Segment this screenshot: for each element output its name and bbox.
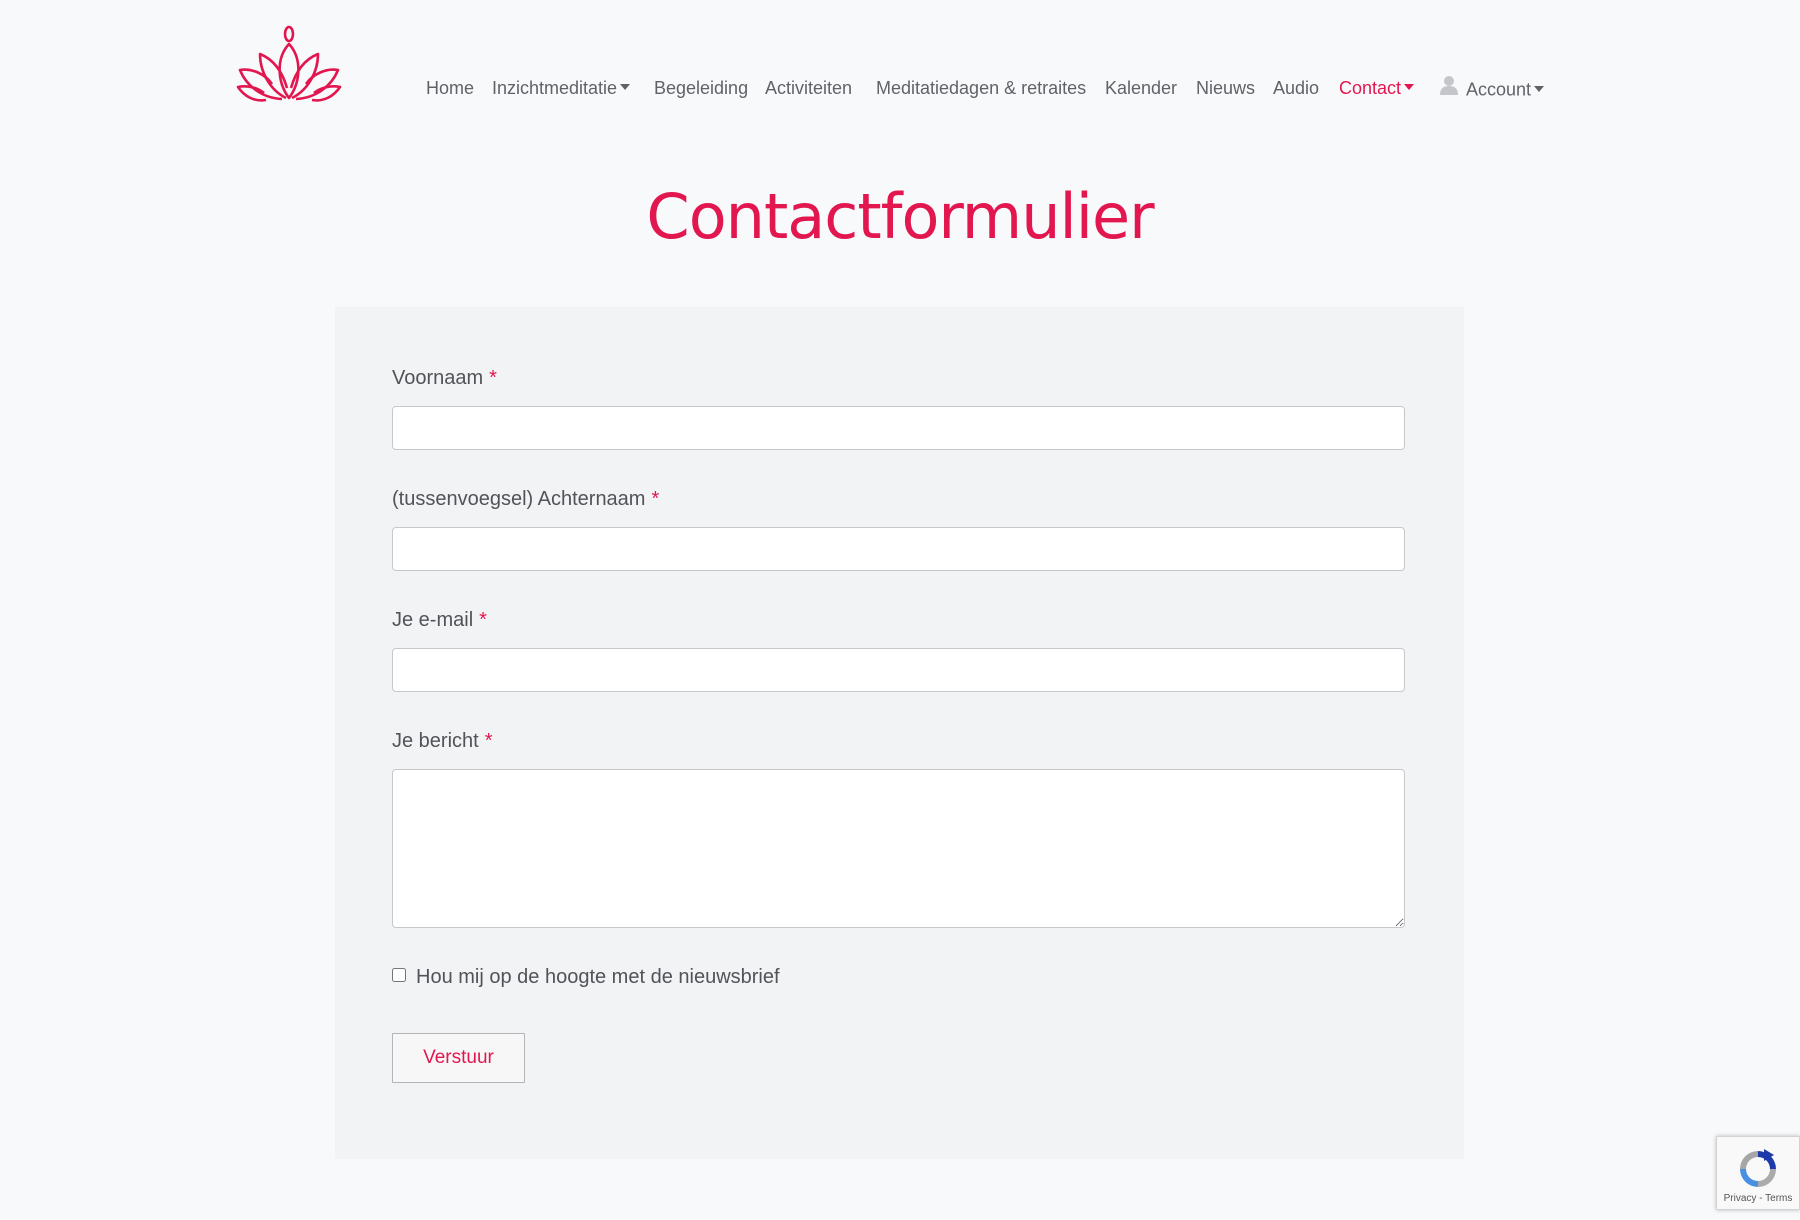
recaptcha-icon (1740, 1149, 1776, 1187)
nav-label: Contact (1339, 78, 1402, 98)
nav-label: Begeleiding (654, 78, 749, 98)
nav-label: Home (426, 78, 475, 98)
page-title: Contactformulier (646, 180, 1154, 253)
nav-item-activiteiten[interactable]: Activiteiten (765, 78, 852, 99)
main-nav: Home Inzichtmeditatie Begeleiding Activi… (0, 75, 1800, 106)
required-marker: * (484, 730, 493, 752)
email-input[interactable] (392, 648, 1405, 692)
nav-item-meditatiedagen-retraites[interactable]: Meditatiedagen & retraites (876, 78, 1086, 99)
required-marker: * (479, 609, 487, 631)
submit-button[interactable]: Verstuur (392, 1033, 525, 1083)
caret-down-icon (1404, 84, 1415, 91)
nav-label: Activiteiten (765, 78, 853, 98)
field-label-email: Je e-mail * (392, 609, 487, 632)
field-label-achternaam: (tussenvoegsel) Achternaam * (392, 488, 659, 511)
newsletter-checkbox[interactable] (392, 968, 406, 982)
label-text: Je e-mail (392, 609, 474, 631)
recaptcha-terms-link[interactable]: Terms (1765, 1193, 1792, 1204)
nav-label: Nieuws (1196, 78, 1256, 98)
label-text: Voornaam (392, 367, 484, 389)
nav-item-contact[interactable]: Contact (1339, 78, 1415, 99)
nav-label: Inzichtmeditatie (492, 78, 618, 98)
message-textarea[interactable] (392, 769, 1405, 928)
contact-form: Voornaam * (tussenvoegsel) Achternaam * Je… (335, 307, 1464, 1159)
recaptcha-separator: - (1756, 1193, 1766, 1204)
nav-item-nieuws[interactable]: Nieuws (1196, 78, 1255, 99)
nav-item-home[interactable]: Home (426, 78, 474, 99)
field-label-voornaam: Voornaam * (392, 367, 497, 390)
nav-item-inzichtmeditatie[interactable]: Inzichtmeditatie (492, 78, 631, 99)
nav-item-kalender[interactable]: Kalender (1105, 78, 1177, 99)
recaptcha-badge[interactable]: Privacy - Terms (1716, 1136, 1800, 1210)
user-icon (1440, 75, 1458, 100)
recaptcha-links: Privacy - Terms (1717, 1193, 1799, 1204)
nav-item-begeleiding[interactable]: Begeleiding (654, 78, 748, 99)
required-marker: * (489, 367, 497, 389)
field-label-bericht: Je bericht * (392, 730, 493, 753)
nav-label: Kalender (1105, 78, 1178, 98)
caret-down-icon (620, 84, 631, 91)
caret-down-icon (1534, 85, 1545, 92)
voornaam-input[interactable] (392, 406, 1405, 450)
nav-label: Meditatiedagen & retraites (876, 78, 1087, 98)
required-marker: * (651, 488, 660, 510)
nav-item-account[interactable]: Account (1440, 75, 1545, 103)
label-text: Je bericht (392, 730, 479, 752)
label-text: (tussenvoegsel) Achternaam (392, 488, 646, 510)
nav-item-audio[interactable]: Audio (1273, 78, 1319, 99)
newsletter-label[interactable]: Hou mij op de hoogte met de nieuwsbrief (416, 966, 780, 989)
achternaam-input[interactable] (392, 527, 1405, 571)
nav-label: Account (1466, 79, 1532, 100)
recaptcha-privacy-link[interactable]: Privacy (1724, 1193, 1757, 1204)
nav-label: Audio (1273, 78, 1320, 98)
